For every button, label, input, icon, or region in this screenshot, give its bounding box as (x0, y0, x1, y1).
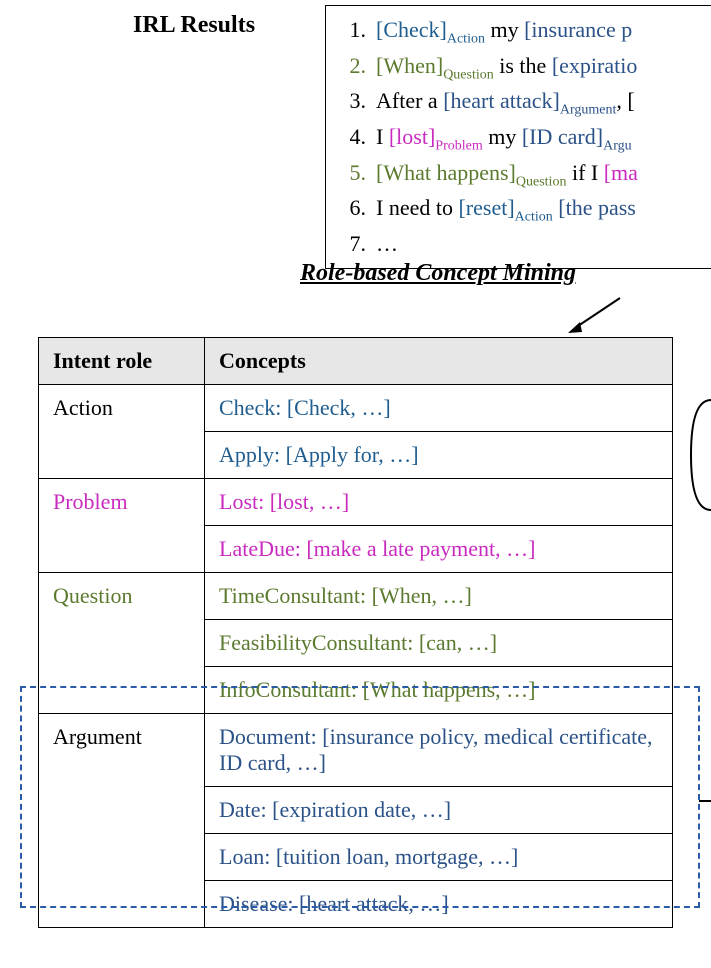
concept-cell: Document: [insurance policy, medical cer… (205, 714, 673, 787)
irl-num: 5. (340, 157, 366, 189)
concept-cell: Disease: [heart attack, …] (205, 881, 673, 928)
table-header-row: Intent role Concepts (39, 338, 673, 385)
irl-text: [When]Question is the [expiratio (376, 53, 637, 78)
irl-item-6: 6. I need to [reset]Action [the pass (340, 192, 699, 228)
irl-item-1: 1. [Check]Action my [insurance p (340, 14, 699, 50)
concept-cell: Lost: [lost, …] (205, 479, 673, 526)
irl-num: 3. (340, 85, 366, 117)
irl-num: 7. (340, 228, 366, 260)
concept-cell: Apply: [Apply for, …] (205, 432, 673, 479)
irl-item-5: 5. [What happens]Question if I [ma (340, 157, 699, 193)
role-argument: Argument (39, 714, 205, 928)
concept-table: Intent role Concepts Action Check: [Chec… (38, 337, 673, 928)
concept-cell: LateDue: [make a late payment, …] (205, 526, 673, 573)
irl-text: I need to [reset]Action [the pass (376, 195, 636, 220)
irl-item-2: 2. [When]Question is the [expiratio (340, 50, 699, 86)
table-row: Question TimeConsultant: [When, …] (39, 573, 673, 620)
irl-text: … (376, 231, 398, 256)
concept-cell: TimeConsultant: [When, …] (205, 573, 673, 620)
concept-cell: Loan: [tuition loan, mortgage, …] (205, 834, 673, 881)
irl-text: I [lost]Problem my [ID card]Argu (376, 124, 632, 149)
irl-num: 2. (340, 50, 366, 82)
irl-text: [Check]Action my [insurance p (376, 17, 632, 42)
header-intent-role: Intent role (39, 338, 205, 385)
role-problem: Problem (39, 479, 205, 573)
irl-item-7: 7. … (340, 228, 699, 260)
irl-item-4: 4. I [lost]Problem my [ID card]Argu (340, 121, 699, 157)
concept-cell: Check: [Check, …] (205, 385, 673, 432)
irl-item-3: 3. After a [heart attack]Argument, [ (340, 85, 699, 121)
irl-num: 6. (340, 192, 366, 224)
connector-stub (699, 800, 711, 802)
concept-cell: FeasibilityConsultant: [can, …] (205, 620, 673, 667)
section-title: Role-based Concept Mining (300, 260, 576, 287)
irl-results-box: 1. [Check]Action my [insurance p 2. [When]… (325, 5, 711, 269)
irl-num: 1. (340, 14, 366, 46)
concept-cell: InfoConsultant: [What happens, …] (205, 667, 673, 714)
header-concepts: Concepts (205, 338, 673, 385)
irl-num: 4. (340, 121, 366, 153)
table-row: Problem Lost: [lost, …] (39, 479, 673, 526)
table-row: Action Check: [Check, …] (39, 385, 673, 432)
irl-text: After a [heart attack]Argument, [ (376, 88, 635, 113)
role-question: Question (39, 573, 205, 714)
curve-decoration (686, 395, 711, 515)
arrow-icon (565, 295, 625, 335)
role-action: Action (39, 385, 205, 479)
concept-cell: Date: [expiration date, …] (205, 787, 673, 834)
irl-results-title: IRL Results (133, 12, 255, 39)
table-row: Argument Document: [insurance policy, me… (39, 714, 673, 787)
irl-text: [What happens]Question if I [ma (376, 160, 638, 185)
